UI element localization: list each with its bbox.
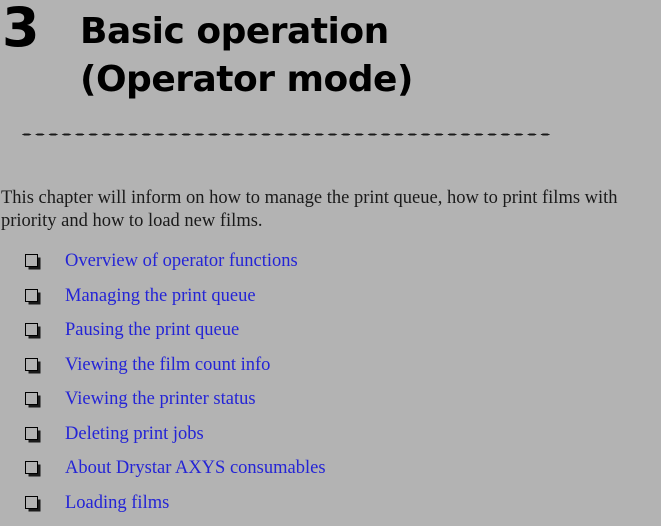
checkbox-bullet-icon (25, 427, 38, 440)
chapter-title-line-2: (Operator mode) (80, 56, 640, 104)
toc-link[interactable]: Deleting print jobs (65, 423, 204, 445)
toc-link[interactable]: Viewing the film count info (65, 354, 270, 376)
dotted-divider (20, 133, 552, 136)
list-item[interactable]: About Drystar AXYS consumables (0, 457, 661, 492)
chapter-title-line-1: Basic operation (80, 8, 640, 56)
list-item[interactable]: Managing the print queue (0, 285, 661, 320)
checkbox-bullet-icon (25, 392, 38, 405)
checkbox-bullet-icon (25, 289, 38, 302)
toc-link[interactable]: Pausing the print queue (65, 319, 239, 341)
list-item[interactable]: Deleting print jobs (0, 423, 661, 458)
page-title: Basic operation (Operator mode) (80, 8, 640, 104)
list-item[interactable]: Loading films (0, 492, 661, 526)
toc-link[interactable]: Managing the print queue (65, 285, 256, 307)
chapter-contents-list: Overview of operator functions Managing … (0, 250, 661, 526)
list-item[interactable]: Pausing the print queue (0, 319, 661, 354)
chapter-header: 3 Basic operation (Operator mode) (0, 0, 661, 118)
intro-paragraph: This chapter will inform on how to manag… (1, 187, 661, 233)
list-item[interactable]: Viewing the film count info (0, 354, 661, 389)
toc-link[interactable]: Viewing the printer status (65, 388, 256, 410)
toc-link[interactable]: About Drystar AXYS consumables (65, 457, 326, 479)
toc-link[interactable]: Loading films (65, 492, 169, 514)
chapter-number: 3 (2, 0, 39, 58)
checkbox-bullet-icon (25, 496, 38, 509)
toc-link[interactable]: Overview of operator functions (65, 250, 298, 272)
list-item[interactable]: Viewing the printer status (0, 388, 661, 423)
checkbox-bullet-icon (25, 358, 38, 371)
checkbox-bullet-icon (25, 254, 38, 267)
checkbox-bullet-icon (25, 461, 38, 474)
checkbox-bullet-icon (25, 323, 38, 336)
list-item[interactable]: Overview of operator functions (0, 250, 661, 285)
